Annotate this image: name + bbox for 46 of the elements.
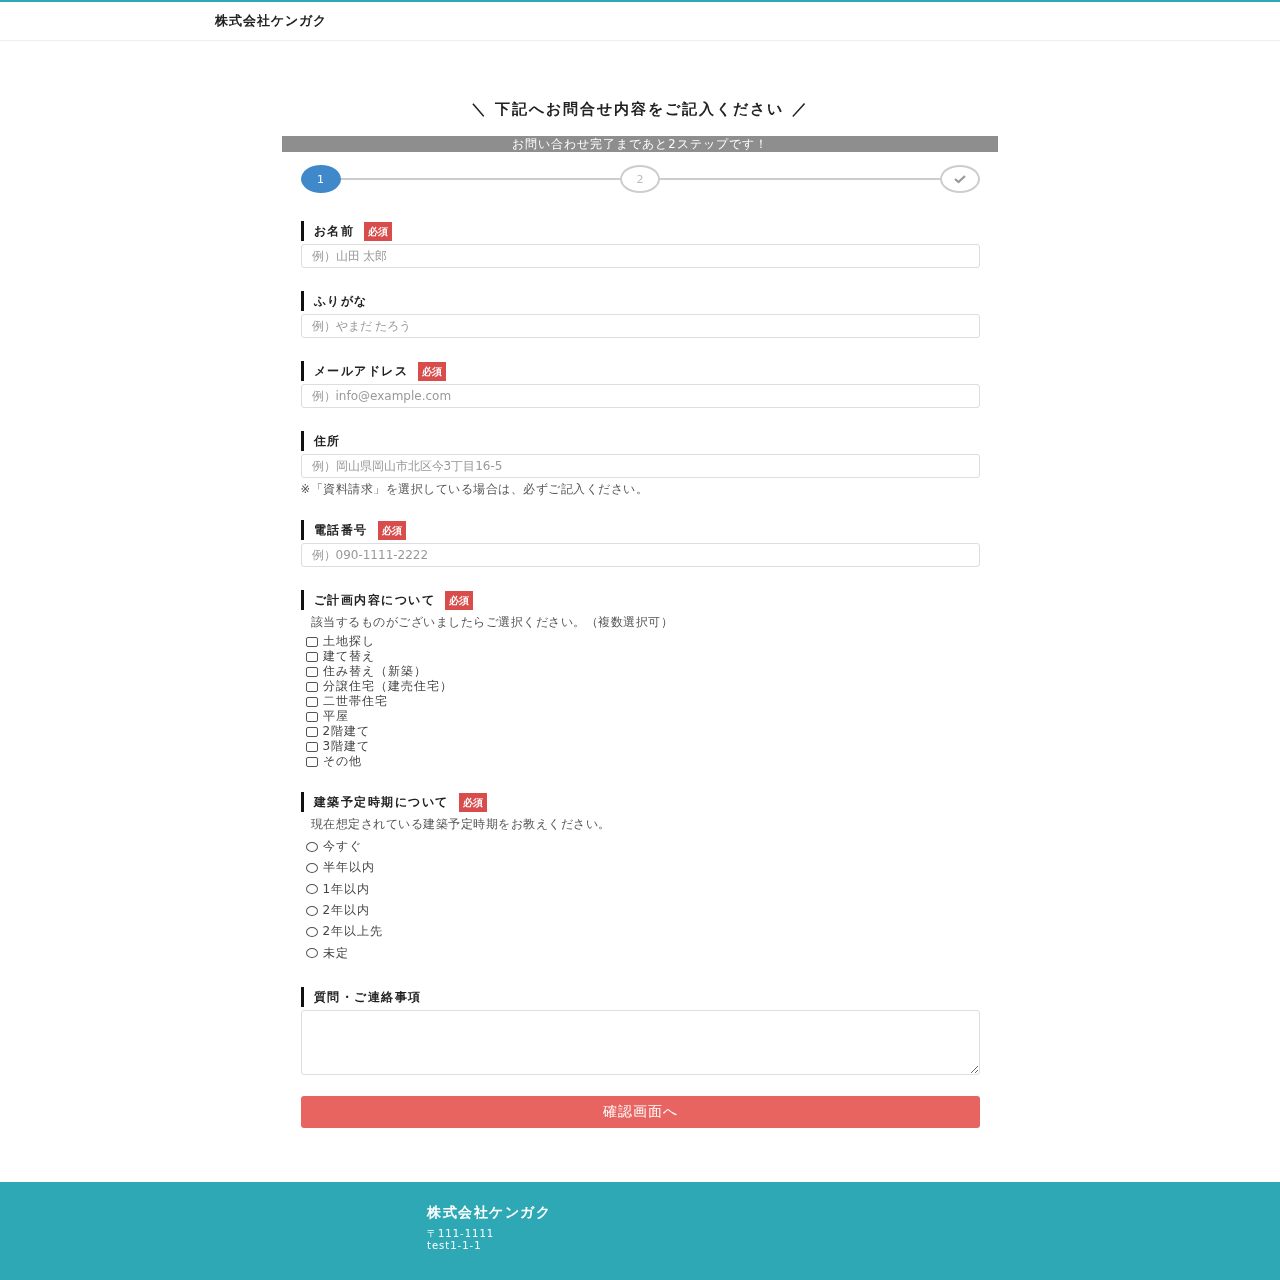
text-input-field[interactable]: 例）山田 太郎	[300, 244, 980, 268]
field-label: メールアドレス	[300, 361, 408, 381]
field-label: 質問・ご連絡事項	[300, 986, 422, 1007]
checkbox-option[interactable]: その他	[305, 754, 980, 769]
radio-option[interactable]: 1年以内	[305, 878, 980, 900]
checkbox-option[interactable]: 分譲住宅（建売住宅）	[305, 679, 980, 694]
radio-option[interactable]: 2年以内	[305, 899, 980, 922]
footer-company-name: 株式会社ケンガク	[427, 1204, 552, 1222]
required-badge: 必須	[445, 590, 473, 610]
radio-option[interactable]: 未定	[305, 942, 980, 964]
text-input-field[interactable]: 例）やまだ たろう	[300, 314, 980, 338]
field-hint: 該当するものがございましたらご選択ください。（複数選択可）	[310, 615, 674, 630]
field-label: お名前	[300, 221, 354, 241]
step-indicator: 1	[300, 165, 341, 193]
field-label: 電話番号	[300, 520, 368, 540]
radio-option[interactable]: 半年以内	[305, 857, 980, 879]
message-textarea[interactable]	[300, 1009, 980, 1075]
required-badge: 必須	[364, 221, 392, 241]
text-input-field[interactable]: 例）岡山県岡山市北区今3丁目16-5	[300, 454, 980, 478]
field-note: ※「資料請求」を選択している場合は、必ずご記入ください。	[300, 482, 650, 497]
checkbox-option[interactable]: 3階建て	[305, 739, 980, 754]
checkbox-option[interactable]: 二世帯住宅	[305, 694, 980, 709]
field-hint: 現在想定されている建築予定時期をお教えください。	[310, 817, 612, 832]
checkbox-option[interactable]: 土地探し	[305, 634, 980, 649]
form-heading: ＼ 下記へお問合せ内容をご記入ください ／	[471, 100, 809, 119]
checkbox-option[interactable]: 2階建て	[305, 724, 980, 739]
footer-postal-code: 〒111-1111	[427, 1228, 496, 1240]
required-badge: 必須	[377, 520, 406, 540]
field-label: 建築予定時期について	[300, 792, 449, 812]
company-name: 株式会社ケンガク	[215, 12, 327, 30]
field-label: 住所	[300, 431, 341, 451]
checkbox-option[interactable]: 建て替え	[305, 649, 980, 664]
progress-banner: お問い合わせ完了まであと2ステップです！	[282, 136, 998, 152]
checkbox-option[interactable]: 平屋	[305, 709, 980, 724]
field-label: ふりがな	[300, 291, 368, 311]
footer-address: test1-1-1	[427, 1240, 483, 1252]
checkbox-option[interactable]: 住み替え（新築）	[305, 664, 980, 679]
step-indicator: 2	[620, 165, 660, 193]
required-badge: 必須	[418, 361, 446, 381]
required-badge: 必須	[458, 792, 487, 812]
check-icon	[952, 174, 967, 184]
text-input-field[interactable]: 例）090-1111-2222	[300, 543, 980, 567]
text-input-field[interactable]: 例）info@example.com	[300, 384, 980, 408]
radio-option[interactable]: 2年以上先	[305, 921, 980, 943]
radio-option[interactable]: 今すぐ	[305, 836, 980, 858]
field-label: ご計画内容について	[300, 590, 435, 610]
